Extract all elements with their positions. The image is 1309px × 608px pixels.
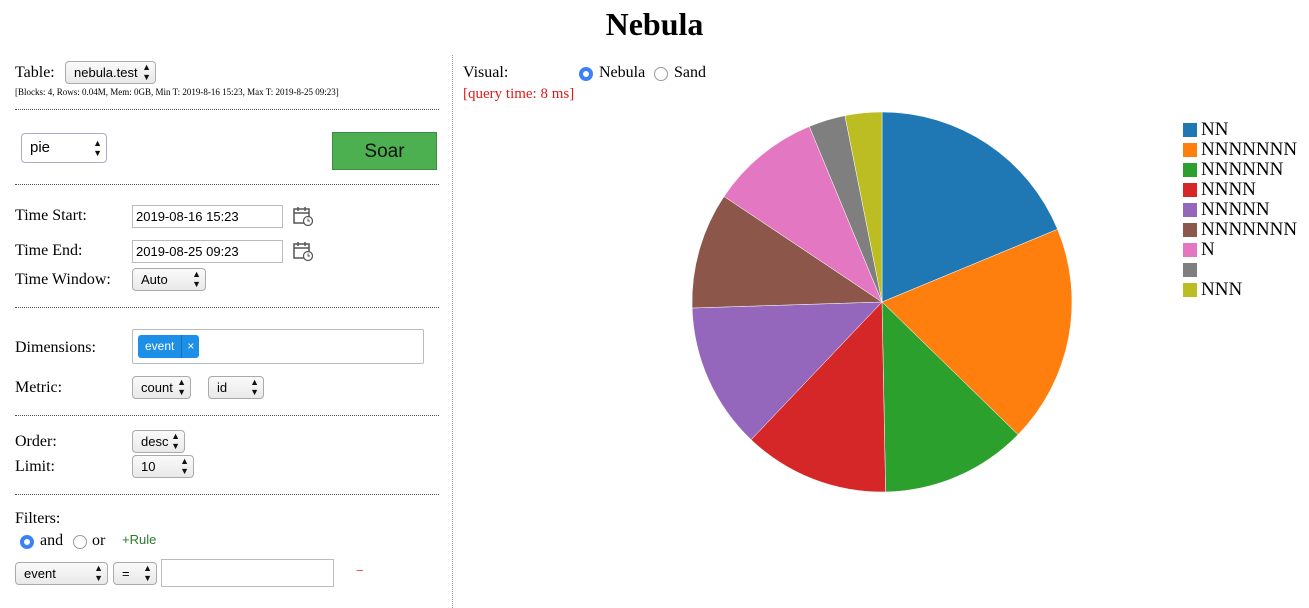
- filter-op-select[interactable]: = ▲ ▼: [113, 562, 157, 585]
- visual-label: Visual:: [463, 64, 509, 81]
- legend-label: NN: [1201, 119, 1229, 140]
- divider: [15, 494, 439, 495]
- metric-agg-value: count: [141, 380, 173, 395]
- visual-nebula-radio[interactable]: [579, 67, 593, 81]
- metric-field-select[interactable]: id ▲ ▼: [208, 376, 264, 399]
- order-value: desc: [141, 434, 169, 449]
- visual-sand-radio[interactable]: [654, 67, 668, 81]
- filter-or-radio[interactable]: [73, 535, 87, 549]
- filter-or-label: or: [92, 532, 106, 549]
- legend-label: NNNNNNN: [1201, 139, 1298, 160]
- filter-op-value: =: [122, 566, 130, 581]
- time-window-label: Time Window:: [15, 271, 111, 288]
- chevron-updown-icon: ▲ ▼: [180, 456, 189, 476]
- order-label: Order:: [15, 433, 57, 450]
- pie-chart: [691, 111, 1073, 493]
- panel-divider: [452, 55, 453, 608]
- dimensions-label: Dimensions:: [15, 339, 96, 356]
- legend-label: NNNN: [1201, 179, 1256, 200]
- metric-field-value: id: [217, 380, 228, 395]
- legend-swatch: [1183, 243, 1197, 257]
- calendar-icon[interactable]: [293, 206, 313, 226]
- divider: [15, 109, 439, 110]
- visual-sand-label: Sand: [674, 64, 706, 81]
- chevron-updown-icon: ▲ ▼: [94, 563, 103, 583]
- chevron-updown-icon: ▲ ▼: [192, 269, 201, 289]
- dimension-tag-label: event: [145, 339, 175, 353]
- filter-and-radio[interactable]: [20, 535, 34, 549]
- table-label: Table:: [15, 64, 55, 81]
- chevron-updown-icon: ▲ ▼: [171, 431, 180, 451]
- chevron-updown-icon: ▲ ▼: [250, 377, 259, 397]
- legend-swatch: [1183, 283, 1197, 297]
- remove-tag-icon[interactable]: ×: [181, 335, 199, 358]
- chart-type-select[interactable]: pie ▲ ▼: [21, 133, 107, 163]
- limit-label: Limit:: [15, 458, 55, 475]
- filter-field-value: event: [24, 566, 56, 581]
- calendar-icon[interactable]: [293, 241, 313, 261]
- chart-type-value: pie: [30, 139, 51, 156]
- divider: [15, 184, 439, 185]
- dimension-tag[interactable]: event ×: [138, 335, 200, 358]
- divider: [15, 307, 439, 308]
- soar-button[interactable]: Soar: [332, 132, 437, 170]
- filter-field-select[interactable]: event ▲ ▼: [15, 562, 108, 585]
- legend-swatch: [1183, 163, 1197, 177]
- chevron-updown-icon: ▲ ▼: [142, 62, 151, 82]
- dimensions-input[interactable]: event ×: [132, 329, 424, 364]
- legend-label: NNNNNN: [1201, 159, 1284, 180]
- page-title: Nebula: [605, 6, 704, 42]
- metric-label: Metric:: [15, 379, 63, 396]
- chevron-updown-icon: ▲ ▼: [143, 563, 152, 583]
- table-select-value: nebula.test: [74, 65, 138, 80]
- filter-value-input[interactable]: [161, 559, 334, 587]
- chevron-updown-icon: ▲ ▼: [177, 377, 186, 397]
- query-time: [query time: 8 ms]: [463, 86, 575, 102]
- legend-swatch: [1183, 263, 1197, 277]
- legend-swatch: [1183, 143, 1197, 157]
- time-window-select[interactable]: Auto ▲ ▼: [132, 268, 206, 291]
- legend-swatch: [1183, 203, 1197, 217]
- time-end-label: Time End:: [15, 242, 83, 259]
- time-start-input[interactable]: 2019-08-16 15:23: [132, 205, 283, 228]
- legend-label: NNNNNNN: [1201, 219, 1298, 240]
- filter-and-label: and: [40, 532, 64, 549]
- legend-label: N: [1201, 239, 1215, 260]
- divider: [15, 415, 439, 416]
- legend-label: NNNNN: [1201, 199, 1270, 220]
- limit-value: 10: [141, 459, 156, 474]
- legend-swatch: [1183, 123, 1197, 137]
- remove-rule-button[interactable]: −: [356, 564, 364, 580]
- metric-agg-select[interactable]: count ▲ ▼: [132, 376, 191, 399]
- time-end-input[interactable]: 2019-08-25 09:23: [132, 240, 283, 263]
- legend-swatch: [1183, 223, 1197, 237]
- time-window-value: Auto: [141, 272, 168, 287]
- add-rule-button[interactable]: +Rule: [122, 532, 156, 547]
- visual-nebula-label: Nebula: [599, 64, 646, 81]
- order-select[interactable]: desc ▲ ▼: [132, 430, 185, 453]
- time-start-label: Time Start:: [15, 207, 87, 224]
- table-select[interactable]: nebula.test ▲ ▼: [65, 61, 156, 84]
- table-meta: [Blocks: 4, Rows: 0.04M, Mem: 0GB, Min T…: [15, 87, 339, 97]
- filters-label: Filters:: [15, 510, 61, 527]
- chevron-updown-icon: ▲ ▼: [93, 138, 102, 158]
- legend-label: NNN: [1201, 279, 1243, 300]
- legend-swatch: [1183, 183, 1197, 197]
- limit-select[interactable]: 10 ▲ ▼: [132, 455, 194, 478]
